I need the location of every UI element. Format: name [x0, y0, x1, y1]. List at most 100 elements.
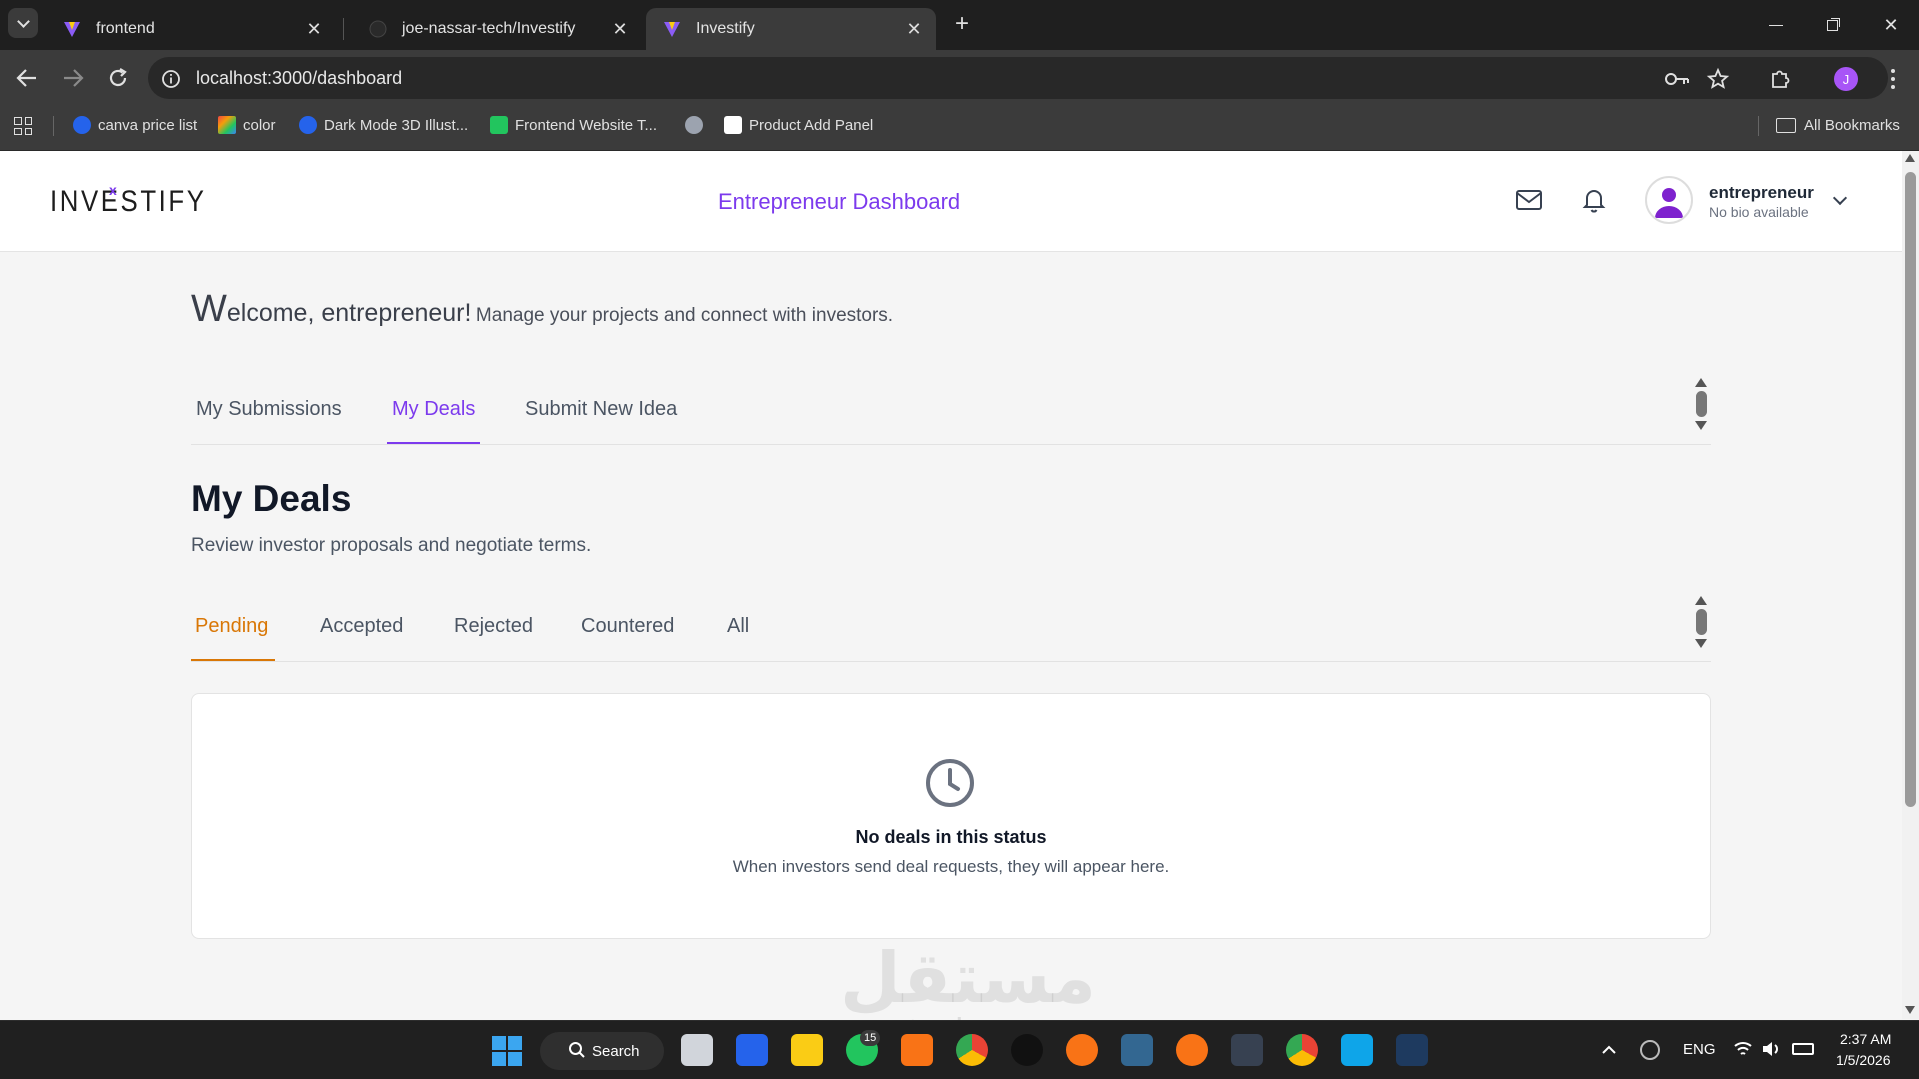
clock-time[interactable]: 2:37 AM	[1840, 1031, 1891, 1047]
restore-icon[interactable]	[1818, 12, 1846, 38]
all-bookmarks-label: All Bookmarks	[1804, 116, 1900, 134]
notification-bell-icon[interactable]	[1581, 186, 1607, 214]
scroll-up-arrow-icon[interactable]	[1695, 378, 1707, 387]
status-tab-countered[interactable]: Countered	[581, 615, 674, 638]
bookmark-divider	[53, 116, 54, 136]
forward-arrow-icon[interactable]	[60, 66, 86, 90]
password-key-icon[interactable]	[1664, 70, 1690, 88]
folder-icon	[1776, 117, 1796, 133]
welcome-greeting: elcome, entrepreneur!	[226, 299, 472, 327]
tab-my-submissions[interactable]: My Submissions	[196, 398, 342, 444]
profile-avatar[interactable]: J	[1834, 67, 1858, 91]
apps-grid-icon[interactable]	[14, 117, 32, 135]
close-window-icon[interactable]: ✕	[1877, 12, 1905, 38]
bookmark-globe[interactable]	[685, 114, 703, 136]
status-tab-pending[interactable]: Pending	[195, 615, 268, 638]
browser-tab-github[interactable]: joe-nassar-tech/Investify ✕	[352, 8, 642, 50]
scroll-down-arrow-icon[interactable]	[1695, 639, 1707, 648]
status-tab-accepted[interactable]: Accepted	[320, 615, 403, 638]
chrome-profile-icon[interactable]	[1286, 1034, 1318, 1066]
clock-date[interactable]: 1/5/2026	[1836, 1052, 1891, 1068]
chrome-icon[interactable]	[956, 1034, 988, 1066]
section-title: My Deals	[191, 478, 352, 519]
browser-tab-frontend[interactable]: frontend ✕	[46, 8, 336, 50]
main-tabs-divider	[191, 444, 1711, 445]
vite-favicon-icon	[664, 22, 680, 37]
postgresql-icon[interactable]	[1121, 1034, 1153, 1066]
tab-search-button[interactable]	[8, 8, 38, 38]
status-tabs-scroll-control[interactable]	[1694, 596, 1708, 648]
task-view-icon[interactable]	[681, 1034, 713, 1066]
bookmark-dark-mode-3d[interactable]: Dark Mode 3D Illust...	[299, 114, 468, 136]
vscode-icon[interactable]	[1341, 1034, 1373, 1066]
search-label: Search	[592, 1042, 640, 1060]
bookmark-frontend-website[interactable]: Frontend Website T...	[490, 114, 657, 136]
scroll-up-arrow-icon[interactable]	[1905, 154, 1915, 162]
start-button-icon[interactable]	[492, 1036, 522, 1066]
all-bookmarks-button[interactable]: All Bookmarks	[1776, 114, 1900, 136]
browser-menu-icon[interactable]	[1890, 67, 1896, 91]
scroll-up-arrow-icon[interactable]	[1695, 596, 1707, 605]
address-bar[interactable]	[148, 57, 1888, 99]
todo-check-icon[interactable]	[736, 1034, 768, 1066]
new-tab-button[interactable]: +	[948, 10, 976, 38]
empty-state-message: When investors send deal requests, they …	[732, 857, 1170, 876]
codepen-icon	[724, 116, 742, 134]
firefox-icon[interactable]	[1176, 1034, 1208, 1066]
profile-initial: J	[1842, 71, 1850, 87]
xampp-icon[interactable]	[901, 1034, 933, 1066]
status-tabs-scroll-thumb[interactable]	[1695, 609, 1707, 635]
battery-icon[interactable]	[1792, 1043, 1814, 1055]
user-silhouette-icon	[1655, 188, 1683, 218]
tab-my-deals-underline	[387, 442, 480, 444]
tab-submit-new-idea[interactable]: Submit New Idea	[525, 398, 677, 444]
status-tab-all[interactable]: All	[727, 615, 749, 638]
bookmark-product-add-panel[interactable]: Product Add Panel	[724, 114, 873, 136]
bookmark-canva-price-list[interactable]: canva price list	[73, 114, 197, 136]
tray-overflow-chevron-icon[interactable]	[1601, 1045, 1617, 1055]
scroll-down-arrow-icon[interactable]	[1905, 1006, 1915, 1014]
bookmark-label: Dark Mode 3D Illust...	[324, 116, 469, 134]
close-tab-icon[interactable]: ✕	[610, 19, 630, 39]
volume-icon[interactable]	[1761, 1040, 1781, 1058]
bookmarks-bar	[0, 106, 1919, 151]
url-text[interactable]: localhost:3000/dashboard	[196, 68, 402, 89]
globe-icon	[685, 116, 703, 134]
investify-logo[interactable]: INVESTIFY	[50, 185, 207, 219]
user-name[interactable]: entrepreneur	[1709, 183, 1814, 203]
bookmark-label: canva price list	[98, 116, 198, 134]
frontend-mentor-icon	[490, 116, 508, 134]
welcome-heading: Welcome, entrepreneur! Manage your proje…	[191, 288, 893, 331]
reload-icon[interactable]	[106, 66, 130, 90]
bookmark-star-icon[interactable]	[1706, 67, 1730, 91]
scroll-down-arrow-icon[interactable]	[1695, 421, 1707, 430]
bookmark-label: color	[243, 116, 276, 134]
mysql-workbench-icon[interactable]	[1396, 1034, 1428, 1066]
language-indicator[interactable]: ENG	[1683, 1041, 1716, 1058]
site-info-icon[interactable]	[161, 69, 181, 89]
wifi-icon[interactable]	[1733, 1040, 1753, 1058]
postman-icon[interactable]	[1066, 1034, 1098, 1066]
canva-icon	[299, 116, 317, 134]
mail-icon[interactable]	[1515, 189, 1543, 211]
browser-tab-investify[interactable]: Investify ✕	[646, 8, 936, 50]
minimize-icon[interactable]	[1762, 12, 1790, 38]
back-arrow-icon[interactable]	[14, 66, 40, 90]
terminal-icon[interactable]	[1231, 1034, 1263, 1066]
section-subtitle: Review investor proposals and negotiate …	[191, 535, 592, 556]
taskbar-search[interactable]: Search	[540, 1032, 664, 1070]
tabs-scroll-thumb[interactable]	[1695, 391, 1707, 417]
location-off-icon[interactable]	[1640, 1040, 1660, 1060]
tabs-scroll-control[interactable]	[1694, 378, 1708, 430]
extensions-puzzle-icon[interactable]	[1768, 67, 1792, 91]
tab-title: frontend	[96, 20, 155, 37]
status-tab-rejected[interactable]: Rejected	[454, 615, 533, 638]
tab-my-deals[interactable]: My Deals	[392, 398, 475, 444]
file-explorer-icon[interactable]	[791, 1034, 823, 1066]
page-scrollbar-thumb[interactable]	[1905, 172, 1916, 807]
bookmark-color[interactable]: color	[218, 114, 276, 136]
user-avatar[interactable]	[1645, 176, 1693, 224]
speedtest-icon[interactable]	[1011, 1034, 1043, 1066]
close-tab-icon[interactable]: ✕	[904, 19, 924, 39]
close-tab-icon[interactable]: ✕	[304, 19, 324, 39]
